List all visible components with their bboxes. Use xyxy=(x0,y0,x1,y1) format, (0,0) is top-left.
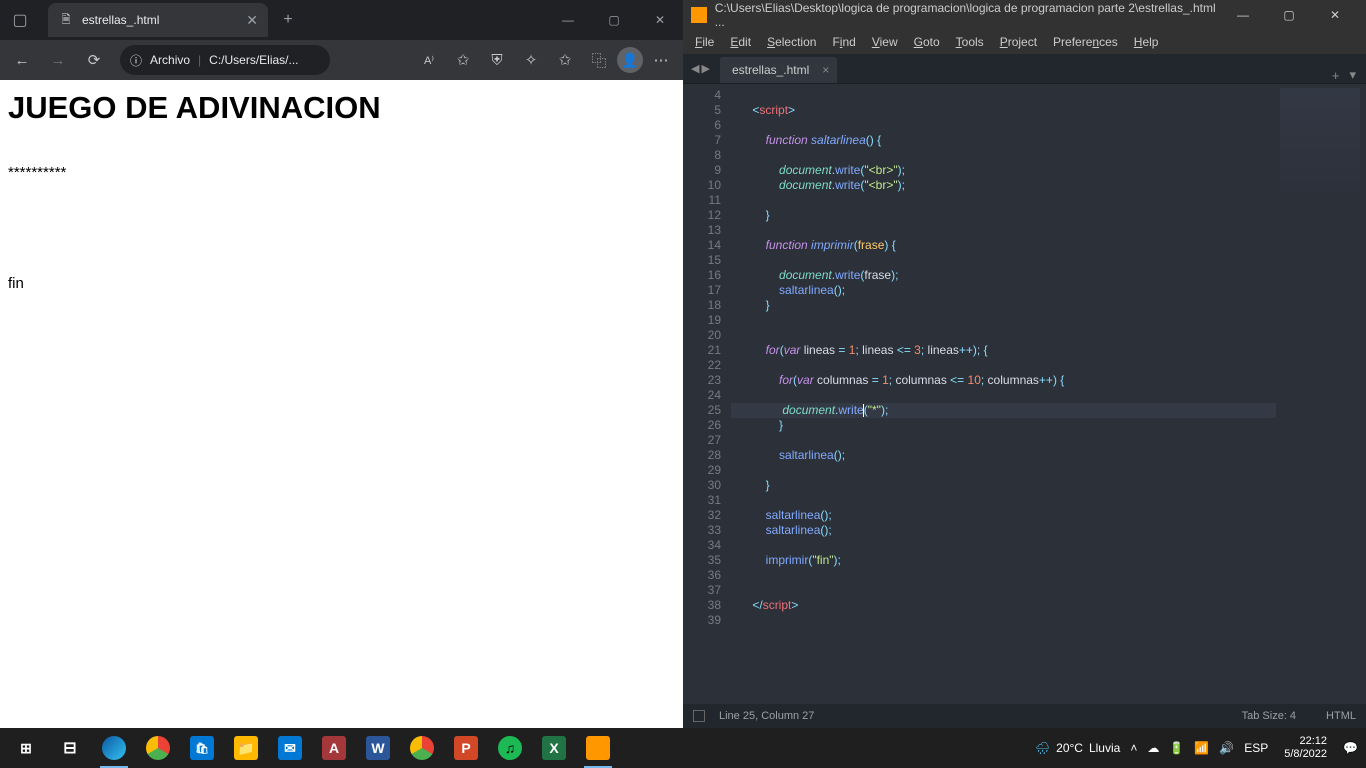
browser-window: ▢ 🗎 estrellas_.html ✕ + ― ▢ ✕ ← → ⟳ ⓘ Ar… xyxy=(0,0,683,728)
menu-project[interactable]: Project xyxy=(992,35,1045,49)
chrome2-icon[interactable] xyxy=(400,728,444,768)
close-window-button[interactable]: ✕ xyxy=(637,0,683,40)
maximize-button[interactable]: ▢ xyxy=(591,0,637,40)
clock[interactable]: 22:12 5/8/2022 xyxy=(1278,735,1333,761)
url-scheme: Archivo xyxy=(150,53,190,67)
browser-titlebar: ▢ 🗎 estrellas_.html ✕ + ― ▢ ✕ xyxy=(0,0,683,40)
extensions-icon[interactable]: ✧ xyxy=(515,44,547,76)
editor-titlebar: C:\Users\Elias\Desktop\logica de program… xyxy=(683,0,1366,30)
menu-help[interactable]: Help xyxy=(1126,35,1167,49)
chrome-icon[interactable] xyxy=(136,728,180,768)
menu-tools[interactable]: Tools xyxy=(948,35,992,49)
favorite-icon[interactable]: ✩ xyxy=(447,44,479,76)
status-tabsize[interactable]: Tab Size: 4 xyxy=(1242,710,1296,722)
sublime-taskbar-icon[interactable] xyxy=(576,728,620,768)
explorer-icon[interactable]: 📁 xyxy=(224,728,268,768)
editor-minimize[interactable]: ― xyxy=(1220,0,1266,30)
editor-tab-label: estrellas_.html xyxy=(732,63,809,77)
tab-title: estrellas_.html xyxy=(82,13,159,27)
volume-icon[interactable]: 🔊 xyxy=(1219,741,1234,755)
url-separator: | xyxy=(198,53,201,67)
clock-date: 5/8/2022 xyxy=(1284,748,1327,761)
weather-temp: 20°C xyxy=(1056,741,1083,755)
status-position: Line 25, Column 27 xyxy=(719,710,814,722)
tab-dropdown-icon[interactable]: ▾ xyxy=(1349,67,1356,83)
powerpoint-icon[interactable]: P xyxy=(444,728,488,768)
editor-body: 4567891011121314151617181920212223242526… xyxy=(683,84,1366,704)
reload-button[interactable]: ⟳ xyxy=(78,44,110,76)
fin-output: fin xyxy=(8,275,675,292)
battery-icon[interactable]: 🔋 xyxy=(1169,741,1184,755)
task-view-icon[interactable]: ⊟ xyxy=(48,728,92,768)
status-checkbox[interactable] xyxy=(693,710,705,722)
collections-icon[interactable]: ⿻ xyxy=(583,44,615,76)
editor-file-tab[interactable]: estrellas_.html × xyxy=(720,57,837,83)
new-tab-button[interactable]: + xyxy=(274,6,302,34)
menu-file[interactable]: File xyxy=(687,35,722,49)
status-language[interactable]: HTML xyxy=(1326,710,1356,722)
menu-selection[interactable]: Selection xyxy=(759,35,824,49)
menu-view[interactable]: View xyxy=(864,35,906,49)
menu-goto[interactable]: Goto xyxy=(906,35,948,49)
menu-edit[interactable]: Edit xyxy=(722,35,759,49)
clock-time: 22:12 xyxy=(1284,735,1327,748)
minimap[interactable] xyxy=(1276,84,1366,704)
forward-button[interactable]: → xyxy=(42,44,74,76)
editor-tabs: ◀ ▶ estrellas_.html × + ▾ xyxy=(683,54,1366,84)
tray-chevron-icon[interactable]: ˄ xyxy=(1130,741,1137,755)
sublime-icon xyxy=(691,7,707,23)
wifi-icon[interactable]: 📶 xyxy=(1194,741,1209,755)
editor-window: C:\Users\Elias\Desktop\logica de program… xyxy=(683,0,1366,728)
favorites-bar-icon[interactable]: ✩ xyxy=(549,44,581,76)
access-icon[interactable]: A xyxy=(312,728,356,768)
tray-icons: ☁ 🔋 📶 🔊 xyxy=(1147,741,1234,755)
menu-button[interactable]: ⋯ xyxy=(645,44,677,76)
edge-icon[interactable] xyxy=(92,728,136,768)
editor-title: C:\Users\Elias\Desktop\logica de program… xyxy=(715,1,1220,29)
editor-tab-close-icon[interactable]: × xyxy=(822,63,829,77)
url-bar[interactable]: ⓘ Archivo | C:/Users/Elias/... xyxy=(120,45,330,75)
nav-fwd-icon[interactable]: ▶ xyxy=(701,62,709,75)
close-tab-icon[interactable]: ✕ xyxy=(246,12,258,29)
menu-preferences[interactable]: Preferences xyxy=(1045,35,1126,49)
read-aloud-icon[interactable]: A⁾ xyxy=(413,44,445,76)
editor-statusbar: Line 25, Column 27 Tab Size: 4 HTML xyxy=(683,704,1366,728)
editor-maximize[interactable]: ▢ xyxy=(1266,0,1312,30)
code-area[interactable]: <script> function saltarlinea() { docume… xyxy=(731,84,1276,704)
notifications-icon[interactable]: 💬 xyxy=(1343,741,1358,755)
minimize-button[interactable]: ― xyxy=(545,0,591,40)
back-button[interactable]: ← xyxy=(6,44,38,76)
line-gutter: 4567891011121314151617181920212223242526… xyxy=(683,84,731,704)
start-button[interactable]: ⊞ xyxy=(4,728,48,768)
stars-output: ********** xyxy=(8,164,675,181)
menu-find[interactable]: Find xyxy=(824,35,863,49)
weather-icon: 🌧 xyxy=(1035,741,1050,755)
tab-actions-icon[interactable]: ▢ xyxy=(0,0,40,40)
browser-content: JUEGO DE ADIVINACION ********** fin xyxy=(0,80,683,728)
page-heading: JUEGO DE ADIVINACION xyxy=(8,90,675,126)
excel-icon[interactable]: X xyxy=(532,728,576,768)
file-icon: 🗎 xyxy=(58,12,74,28)
spotify-icon[interactable]: ♫ xyxy=(488,728,532,768)
editor-close[interactable]: ✕ xyxy=(1312,0,1358,30)
weather-widget[interactable]: 🌧 20°C Lluvia xyxy=(1035,741,1120,755)
editor-menubar: File Edit Selection Find View Goto Tools… xyxy=(683,30,1366,54)
new-file-icon[interactable]: + xyxy=(1332,68,1340,83)
word-icon[interactable]: W xyxy=(356,728,400,768)
weather-desc: Lluvia xyxy=(1089,741,1120,755)
profile-avatar[interactable]: 👤 xyxy=(617,47,643,73)
onedrive-icon[interactable]: ☁ xyxy=(1147,741,1159,755)
nav-back-icon[interactable]: ◀ xyxy=(691,62,699,75)
browser-tab[interactable]: 🗎 estrellas_.html ✕ xyxy=(48,3,268,37)
shield-icon[interactable]: ⛨ xyxy=(481,44,513,76)
url-path: C:/Users/Elias/... xyxy=(209,53,298,67)
taskbar: ⊞ ⊟ 🛍 📁 ✉ A W P ♫ X 🌧 20°C Lluvia ˄ ☁ 🔋 … xyxy=(0,728,1366,768)
info-icon: ⓘ xyxy=(130,52,142,69)
mail-icon[interactable]: ✉ xyxy=(268,728,312,768)
store-icon[interactable]: 🛍 xyxy=(180,728,224,768)
browser-toolbar: ← → ⟳ ⓘ Archivo | C:/Users/Elias/... A⁾ … xyxy=(0,40,683,80)
language-indicator[interactable]: ESP xyxy=(1244,741,1268,755)
